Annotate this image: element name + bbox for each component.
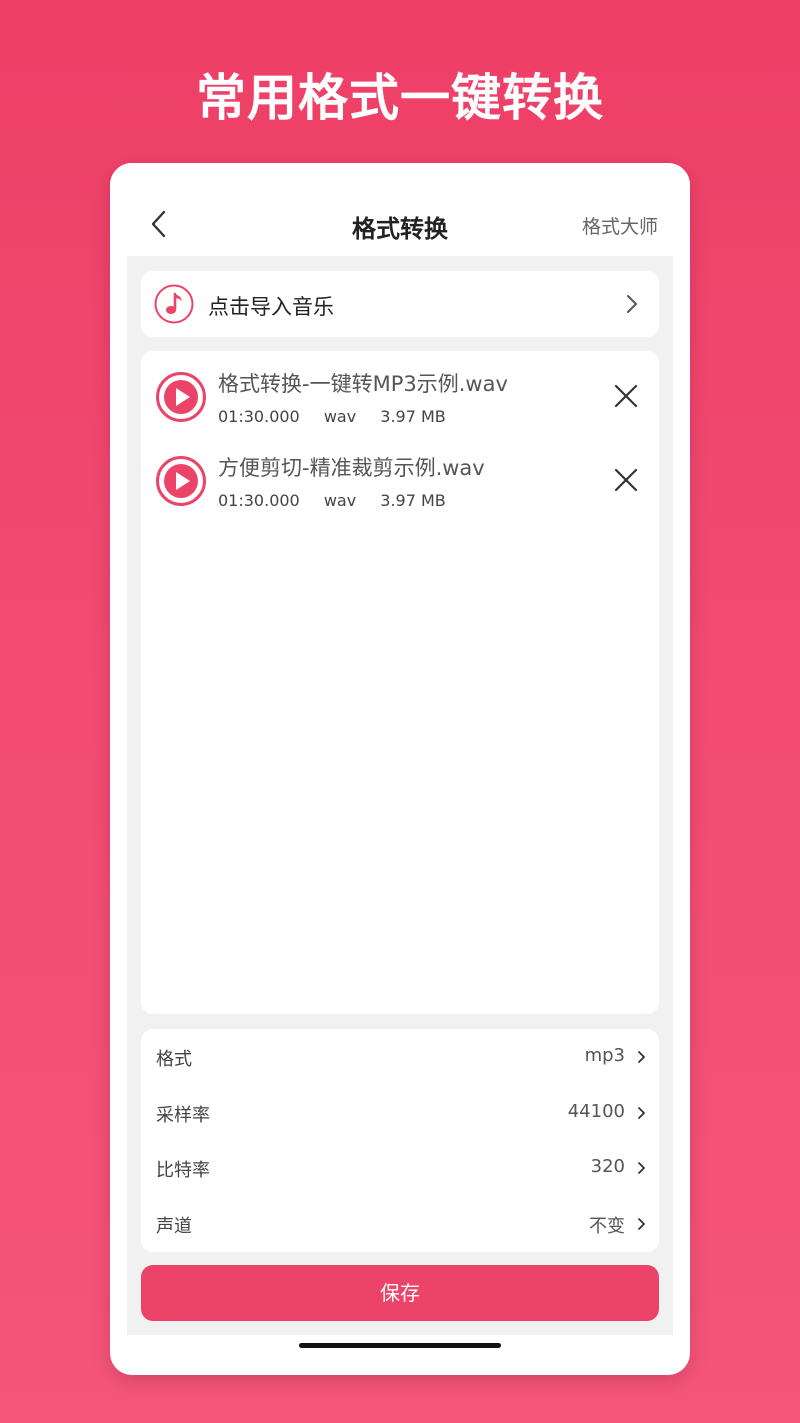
import-music-button[interactable]: 点击导入音乐 <box>141 271 659 337</box>
import-music-label: 点击导入音乐 <box>208 295 334 319</box>
file-list: 格式转换-一键转MP3示例.wav 01:30.000 wav 3.97 MB … <box>141 351 659 1014</box>
setting-row-sample-rate[interactable]: 采样率 44100 <box>141 1085 659 1141</box>
play-icon[interactable] <box>155 455 207 507</box>
setting-label: 格式 <box>156 1049 192 1070</box>
file-item[interactable]: 方便剪切-精准裁剪示例.wav 01:30.000 wav 3.97 MB <box>141 435 659 515</box>
file-size: 3.97 MB <box>380 407 446 426</box>
close-icon[interactable] <box>614 468 638 492</box>
setting-label: 采样率 <box>156 1105 210 1126</box>
file-meta: 01:30.000 wav 3.97 MB <box>218 491 465 510</box>
file-size: 3.97 MB <box>380 491 446 510</box>
setting-row-channel[interactable]: 声道 不变 <box>141 1196 659 1252</box>
chevron-right-icon <box>638 1162 645 1174</box>
setting-value: mp3 <box>584 1045 625 1066</box>
file-meta: 01:30.000 wav 3.97 MB <box>218 407 465 426</box>
setting-value: 320 <box>590 1156 625 1177</box>
chevron-right-icon <box>627 295 637 313</box>
home-indicator[interactable] <box>299 1343 501 1348</box>
promo-headline: 常用格式一键转换 <box>196 69 604 127</box>
file-duration: 01:30.000 <box>218 407 300 426</box>
phone-frame: 格式转换 格式大师 点击导入音乐 格式转换-一键转MP3示例.wav 01:30… <box>110 163 690 1375</box>
setting-label: 比特率 <box>156 1160 210 1181</box>
setting-label: 声道 <box>156 1216 192 1237</box>
file-format: wav <box>323 491 357 510</box>
setting-row-format[interactable]: 格式 mp3 <box>141 1029 659 1085</box>
setting-row-bitrate[interactable]: 比特率 320 <box>141 1140 659 1196</box>
file-format: wav <box>323 407 357 426</box>
format-master-link[interactable]: 格式大师 <box>582 212 658 239</box>
setting-value: 44100 <box>567 1101 625 1122</box>
file-item[interactable]: 格式转换-一键转MP3示例.wav 01:30.000 wav 3.97 MB <box>141 351 659 431</box>
navbar: 格式转换 格式大师 <box>110 163 690 256</box>
setting-value: 不变 <box>589 1216 625 1237</box>
file-name: 方便剪切-精准裁剪示例.wav <box>218 456 485 480</box>
file-name: 格式转换-一键转MP3示例.wav <box>218 372 508 396</box>
output-settings: 格式 mp3 采样率 44100 比特率 320 声道 不变 <box>141 1029 659 1252</box>
main-content: 点击导入音乐 格式转换-一键转MP3示例.wav 01:30.000 wav 3… <box>127 256 673 1335</box>
chevron-right-icon <box>638 1107 645 1119</box>
file-duration: 01:30.000 <box>218 491 300 510</box>
chevron-right-icon <box>638 1218 645 1230</box>
close-icon[interactable] <box>614 384 638 408</box>
play-icon[interactable] <box>155 371 207 423</box>
music-note-icon <box>154 284 194 324</box>
save-button[interactable]: 保存 <box>141 1265 659 1321</box>
chevron-right-icon <box>638 1051 645 1063</box>
